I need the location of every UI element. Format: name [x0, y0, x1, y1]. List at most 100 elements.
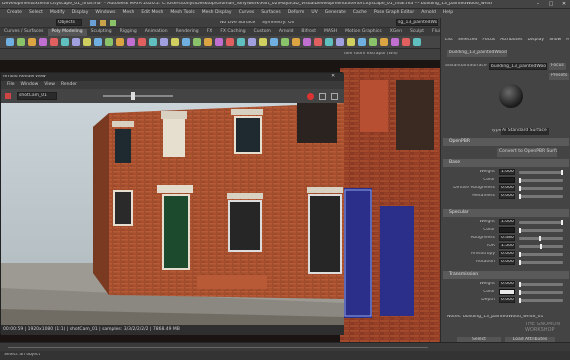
- shelf-tool-icon[interactable]: [314, 38, 322, 46]
- shelf-tool-icon[interactable]: [369, 38, 377, 46]
- type-dropdown[interactable]: Ai Standard Surface: [501, 128, 549, 135]
- render-menu-render[interactable]: Render: [61, 82, 77, 88]
- shelf-tool-icon[interactable]: [182, 38, 190, 46]
- shelf-tool-icon[interactable]: [204, 38, 212, 46]
- shelf-tool-icon[interactable]: [226, 38, 234, 46]
- attribute-value-field[interactable]: 0.000: [499, 251, 515, 257]
- menu-item-windows[interactable]: Windows: [95, 10, 115, 16]
- exposure-slider-handle[interactable]: [131, 92, 135, 100]
- stop-render-icon[interactable]: [307, 93, 314, 100]
- shelf-tab-rendering[interactable]: Rendering: [172, 29, 203, 36]
- shelf-tab-fx-caching[interactable]: FX Caching: [216, 29, 249, 36]
- render-image[interactable]: [1, 103, 344, 325]
- shelf-tool-icon[interactable]: [237, 38, 245, 46]
- attribute-slider[interactable]: [519, 195, 563, 198]
- attribute-slider[interactable]: [519, 179, 563, 182]
- menu-item-cache[interactable]: Cache: [353, 10, 367, 16]
- color-swatch[interactable]: [499, 289, 515, 295]
- menu-item-arnold[interactable]: Arnold: [421, 10, 436, 16]
- symmetry-label[interactable]: Symmetry: Off: [262, 21, 295, 26]
- attribute-slider-handle[interactable]: [519, 186, 521, 191]
- shelf-tool-icon[interactable]: [6, 38, 14, 46]
- menu-item-mesh-tools[interactable]: Mesh Tools: [170, 10, 194, 16]
- attribute-slider[interactable]: [519, 299, 563, 302]
- attribute-slider[interactable]: [519, 253, 563, 256]
- shelf-tool-icon[interactable]: [138, 38, 146, 46]
- attribute-value-field[interactable]: 0.000: [499, 185, 515, 191]
- select-tool-icon[interactable]: [90, 20, 96, 26]
- render-view-window[interactable]: Arnold RenderView ✕ File Window View Render…: [0, 72, 344, 335]
- shelf-tab-poly-modeling[interactable]: Poly Modeling: [47, 29, 87, 36]
- shelf-tool-icon[interactable]: [270, 38, 278, 46]
- shelf-tab-fx[interactable]: FX: [203, 29, 217, 36]
- shelf-tool-icon[interactable]: [17, 38, 25, 46]
- ae-tab-display[interactable]: Display: [527, 38, 544, 43]
- render-menu-window[interactable]: Window: [21, 82, 39, 88]
- attribute-value-field[interactable]: 1.500: [499, 243, 515, 249]
- shelf-tool-icon[interactable]: [39, 38, 47, 46]
- shelf-tool-icon[interactable]: [259, 38, 267, 46]
- shelf-tool-icon[interactable]: [325, 38, 333, 46]
- attribute-slider-handle[interactable]: [519, 290, 521, 295]
- ae-tab-help[interactable]: Help: [566, 38, 569, 43]
- attribute-value-field[interactable]: 0.000: [499, 193, 515, 199]
- shelf-tool-icon[interactable]: [193, 38, 201, 46]
- shelf-tab-rigging[interactable]: Rigging: [116, 29, 141, 36]
- shelf-tab-mash[interactable]: MASH: [320, 29, 341, 36]
- render-menu-view[interactable]: View: [44, 82, 55, 88]
- attribute-slider-handle[interactable]: [519, 178, 521, 183]
- attribute-value-field[interactable]: 0.000: [499, 297, 515, 303]
- menu-item-uv[interactable]: UV: [311, 10, 317, 16]
- attribute-slider-handle[interactable]: [519, 252, 521, 257]
- attribute-value-field[interactable]: 0.000: [499, 259, 515, 265]
- specular-section-header[interactable]: Specular: [443, 209, 569, 217]
- ae-tab-list[interactable]: List: [445, 38, 453, 43]
- shelf-tab-sculpt[interactable]: Sculpt: [406, 29, 428, 36]
- menu-item-help[interactable]: Help: [443, 10, 453, 16]
- render-menu-file[interactable]: File: [7, 82, 15, 88]
- shelf-tool-icon[interactable]: [105, 38, 113, 46]
- shelf-tool-icon[interactable]: [358, 38, 366, 46]
- selection-mode-dropdown[interactable]: Objects: [56, 19, 82, 26]
- shelf-tool-icon[interactable]: [215, 38, 223, 46]
- shelf-tool-icon[interactable]: [380, 38, 388, 46]
- ae-tab-focus[interactable]: Focus: [482, 38, 495, 43]
- presets-button[interactable]: Presets: [549, 73, 570, 80]
- menu-item-curves[interactable]: Curves: [239, 10, 255, 16]
- shelf-tab-sculpting[interactable]: Sculpting: [87, 29, 116, 36]
- menu-item-display[interactable]: Display: [72, 10, 89, 16]
- ae-tab-selected[interactable]: Selected: [458, 38, 478, 43]
- snap-curve-icon[interactable]: [110, 20, 116, 26]
- attribute-slider[interactable]: [519, 229, 563, 232]
- attribute-slider-handle[interactable]: [561, 170, 563, 175]
- attribute-slider[interactable]: [519, 291, 563, 294]
- attribute-slider-handle[interactable]: [540, 244, 542, 249]
- attribute-slider-handle[interactable]: [539, 236, 541, 241]
- shelf-tool-icon[interactable]: [391, 38, 399, 46]
- attribute-value-field[interactable]: 1.000: [499, 219, 515, 225]
- ae-tab-attributes[interactable]: Attributes: [500, 38, 522, 43]
- shelf-tool-icon[interactable]: [347, 38, 355, 46]
- transmission-section-header[interactable]: Transmission: [443, 271, 569, 279]
- shelf-tool-icon[interactable]: [94, 38, 102, 46]
- menu-item-mesh-display[interactable]: Mesh Display: [202, 10, 232, 16]
- shelf-tab-curves-surfaces[interactable]: Curves / Surfaces: [0, 29, 48, 36]
- attribute-slider-handle[interactable]: [519, 298, 521, 303]
- menu-item-create[interactable]: Create: [7, 10, 22, 16]
- attribute-slider[interactable]: [519, 221, 563, 224]
- shelf-tool-icon[interactable]: [83, 38, 91, 46]
- shelf-tool-icon[interactable]: [171, 38, 179, 46]
- convert-openpbr-button[interactable]: Convert to OpenPBR Surface: [497, 148, 557, 157]
- shelf-tab-bifrost[interactable]: Bifrost: [297, 29, 320, 36]
- shelf-tool-icon[interactable]: [72, 38, 80, 46]
- shelf-tool-icon[interactable]: [61, 38, 69, 46]
- menu-item-deform[interactable]: Deform: [288, 10, 305, 16]
- attribute-value-field[interactable]: 0.000: [499, 281, 515, 287]
- shelf-tab-xgen[interactable]: XGen: [386, 29, 406, 36]
- shelf-tool-icon[interactable]: [413, 38, 421, 46]
- shelf-tab-fluids[interactable]: Fluids: [428, 29, 440, 36]
- openpbr-section-header[interactable]: OpenPBR: [443, 138, 569, 146]
- attribute-slider[interactable]: [519, 261, 563, 264]
- object-search-field[interactable]: sg_13_paintedWood_white_01: [396, 19, 438, 26]
- exposure-slider[interactable]: [103, 95, 173, 97]
